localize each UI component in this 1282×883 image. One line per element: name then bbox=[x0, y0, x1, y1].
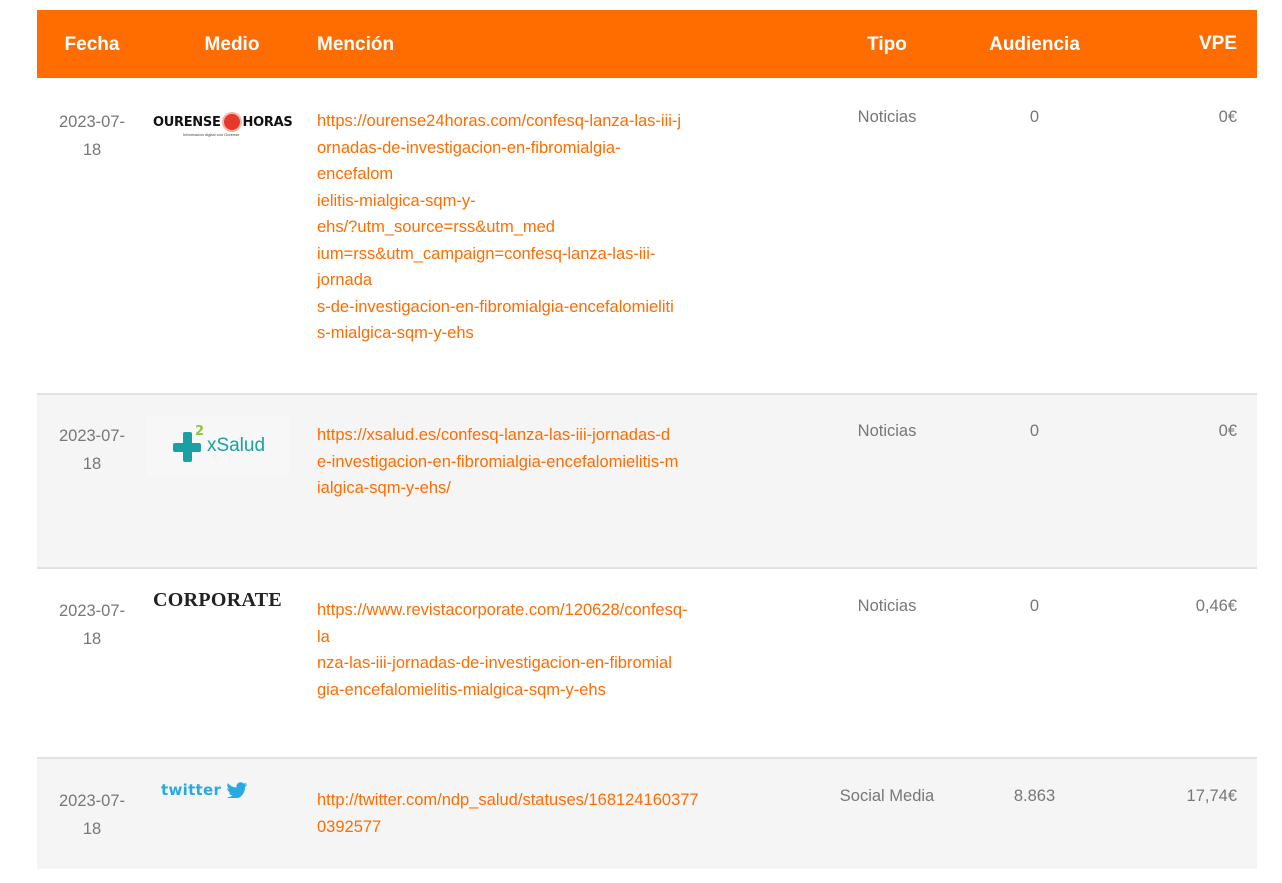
media-cell: CORPORATE bbox=[147, 589, 317, 757]
url-line: https://xsalud.es/confesq-lanza-las-iii-… bbox=[317, 426, 671, 444]
type-cell: Noticias bbox=[857, 597, 917, 615]
url-line: gia-encefalomielitis-mialgica-sqm-y-ehs bbox=[317, 680, 606, 699]
ourense-logo-text-right: HORAS bbox=[242, 114, 293, 130]
url-line: s-de-investigacion-en-fibromialgia-encef… bbox=[317, 297, 674, 316]
audience-cell: 8.863 bbox=[1013, 787, 1056, 805]
url-line: 0392577 bbox=[317, 817, 382, 836]
xsalud-superscript: 2 bbox=[194, 424, 204, 439]
table-row: 2023-07-18 2 xSalud https://xsalud.es/co… bbox=[37, 395, 1257, 569]
url-line: ehs/?utm_source=rss&utm_med bbox=[317, 218, 555, 236]
mention-cell: https://ourense24horas.com/confesq-lanza… bbox=[317, 108, 827, 393]
mention-link[interactable]: https://xsalud.es/confesq-lanza-las-iii-… bbox=[317, 422, 827, 502]
type-cell: Social Media bbox=[839, 787, 935, 805]
date-text: 2023-07-18 bbox=[58, 792, 126, 838]
table-row: 2023-07-18 CORPORATE https://www.revista… bbox=[37, 569, 1257, 759]
vpe-cell: 0€ bbox=[1218, 108, 1237, 126]
date-cell: 2023-07-18 bbox=[37, 597, 147, 757]
url-line: ornadas-de-investigacion-en-fibromialgia… bbox=[317, 138, 621, 157]
date-text: 2023-07-18 bbox=[58, 602, 126, 648]
url-line: nza-las-iii-jornadas-de-investigacion-en… bbox=[317, 654, 672, 672]
vpe-cell: 17,74€ bbox=[1186, 787, 1237, 805]
ourense-24-horas-logo: OURENSE HORAS Información digital con Ou… bbox=[153, 114, 317, 137]
plus-cross-icon: 2 bbox=[171, 424, 204, 462]
media-cell: OURENSE HORAS Información digital con Ou… bbox=[147, 108, 317, 393]
ourense-logo-text-left: OURENSE bbox=[153, 114, 221, 130]
date-cell: 2023-07-18 bbox=[37, 108, 147, 393]
xsalud-logo: 2 xSalud bbox=[147, 416, 289, 476]
url-line: ialgica-sqm-y-ehs/ bbox=[317, 479, 451, 497]
url-line: https://www.revistacorporate.com/120628/… bbox=[317, 601, 688, 619]
mention-link[interactable]: https://www.revistacorporate.com/120628/… bbox=[317, 597, 827, 703]
mention-cell: http://twitter.com/ndp_salud/statuses/16… bbox=[317, 787, 827, 869]
media-cell: twitter bbox=[147, 781, 317, 869]
header-medio: Medio bbox=[204, 33, 260, 55]
media-cell: 2 xSalud bbox=[147, 416, 317, 567]
audience-cell: 0 bbox=[1029, 422, 1040, 440]
mentions-table: Fecha Medio Mención Tipo Audiencia VPE 2… bbox=[37, 10, 1257, 869]
ourense-logo-subtitle: Información digital con Ourense bbox=[183, 132, 240, 137]
date-cell: 2023-07-18 bbox=[37, 422, 147, 567]
mention-link[interactable]: http://twitter.com/ndp_salud/statuses/16… bbox=[317, 787, 827, 840]
header-tipo: Tipo bbox=[867, 33, 907, 55]
date-cell: 2023-07-18 bbox=[37, 787, 147, 869]
header-fecha: Fecha bbox=[64, 33, 120, 55]
audience-cell: 0 bbox=[1029, 597, 1040, 615]
audience-cell: 0 bbox=[1029, 108, 1040, 126]
table-header: Fecha Medio Mención Tipo Audiencia VPE bbox=[37, 10, 1257, 78]
xsalud-logo-text: xSalud bbox=[206, 435, 266, 456]
table-row: 2023-07-18 twitter http://twitter.com/nd… bbox=[37, 759, 1257, 869]
twitter-logo: twitter bbox=[153, 781, 317, 799]
url-line: ium=rss&utm_campaign=confesq-lanza-las-i… bbox=[317, 244, 656, 263]
url-line: jornada bbox=[317, 271, 373, 289]
url-line: e-investigacion-en-fibromialgia-encefalo… bbox=[317, 452, 679, 471]
mention-cell: https://www.revistacorporate.com/120628/… bbox=[317, 597, 827, 757]
corporate-logo: CORPORATE bbox=[153, 589, 282, 611]
date-text: 2023-07-18 bbox=[58, 113, 126, 159]
vpe-cell: 0€ bbox=[1218, 422, 1237, 440]
table-row: 2023-07-18 OURENSE HORAS Información dig… bbox=[37, 78, 1257, 395]
date-text: 2023-07-18 bbox=[58, 427, 126, 473]
url-line: https://ourense24horas.com/confesq-lanza… bbox=[317, 112, 682, 130]
url-line: http://twitter.com/ndp_salud/statuses/16… bbox=[317, 791, 699, 809]
url-line: ielitis-mialgica-sqm-y- bbox=[317, 191, 476, 210]
twitter-bird-icon bbox=[226, 782, 248, 798]
mention-cell: https://xsalud.es/confesq-lanza-las-iii-… bbox=[317, 422, 827, 567]
sun-icon bbox=[223, 114, 240, 130]
url-line: la bbox=[317, 627, 330, 646]
header-mencion: Mención bbox=[317, 33, 395, 55]
vpe-cell: 0,46€ bbox=[1195, 597, 1237, 615]
header-audiencia: Audiencia bbox=[989, 33, 1080, 55]
type-cell: Noticias bbox=[857, 108, 917, 126]
header-vpe: VPE bbox=[1198, 33, 1237, 54]
url-line: s-mialgica-sqm-y-ehs bbox=[317, 324, 474, 342]
url-line: encefalom bbox=[317, 165, 394, 183]
twitter-logo-text: twitter bbox=[161, 781, 222, 799]
type-cell: Noticias bbox=[857, 422, 917, 440]
mention-link[interactable]: https://ourense24horas.com/confesq-lanza… bbox=[317, 108, 827, 347]
